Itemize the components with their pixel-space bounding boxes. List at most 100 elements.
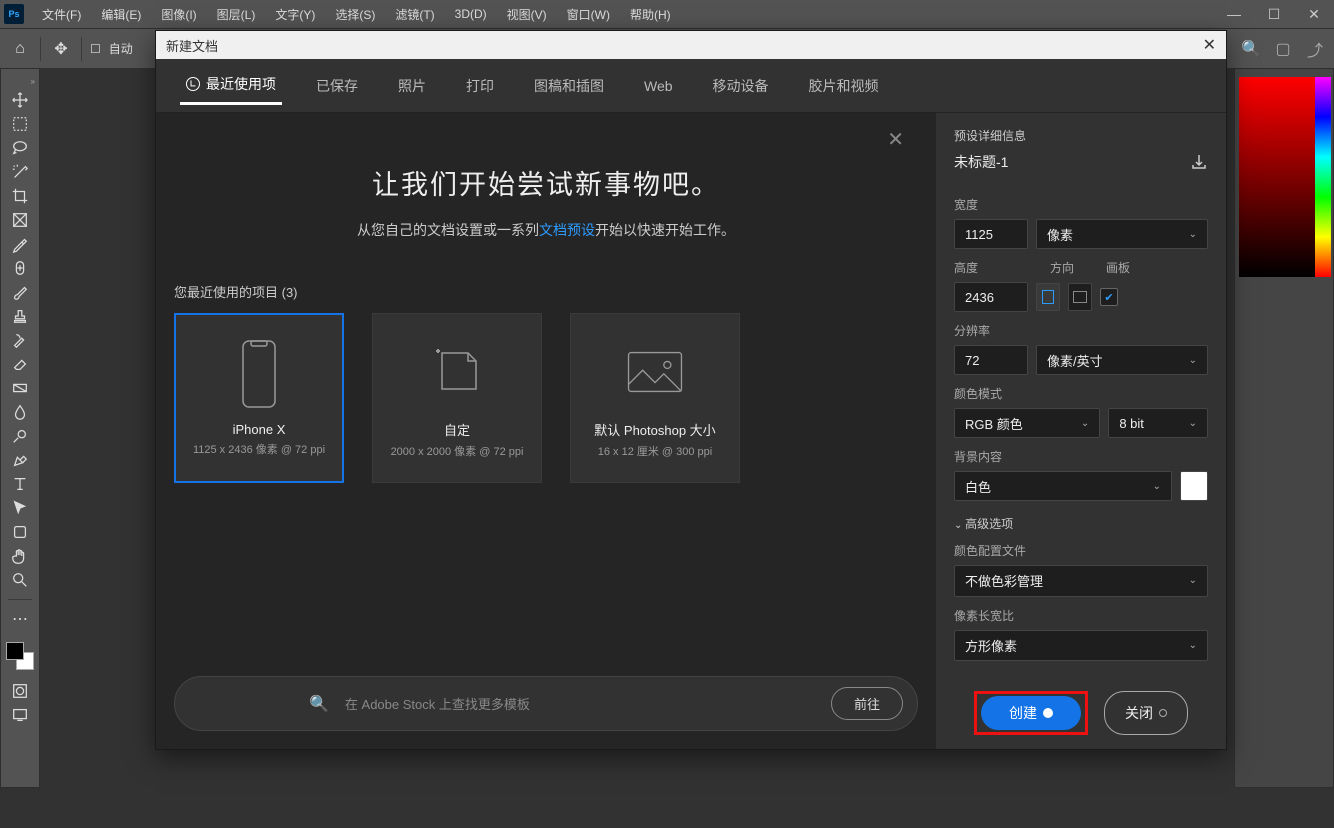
tab-art[interactable]: 图稿和插图	[528, 68, 610, 104]
menu-item[interactable]: 图层(L)	[207, 2, 266, 27]
window-controls: — ☐ ✕	[1214, 0, 1334, 28]
gradient-tool-icon[interactable]	[7, 377, 33, 399]
zoom-tool-icon[interactable]	[7, 569, 33, 591]
resolution-input[interactable]: 72	[954, 345, 1028, 375]
auto-select-label: 自动	[109, 40, 133, 57]
new-document-dialog: 新建文档 ✕ 最近使用项 已保存 照片 打印 图稿和插图 Web 移动设备 胶片…	[155, 30, 1227, 750]
pixel-aspect-select[interactable]: 方形像素⌄	[954, 630, 1208, 662]
history-brush-tool-icon[interactable]	[7, 329, 33, 351]
path-select-tool-icon[interactable]	[7, 497, 33, 519]
dodge-tool-icon[interactable]	[7, 425, 33, 447]
color-mode-select[interactable]: RGB 颜色⌄	[954, 408, 1100, 438]
doc-name-input[interactable]: 未标题-1	[954, 152, 1182, 172]
color-panel[interactable]	[1239, 77, 1329, 277]
tab-web[interactable]: Web	[638, 70, 679, 102]
clock-icon	[186, 77, 200, 91]
menu-item[interactable]: 文字(Y)	[265, 2, 325, 27]
resolution-unit-select[interactable]: 像素/英寸⌄	[1036, 345, 1208, 375]
expander-icon[interactable]: »	[31, 77, 39, 87]
background-label: 背景内容	[954, 448, 1208, 465]
unit-select[interactable]: 像素⌄	[1036, 219, 1208, 249]
menu-bar: Ps 文件(F) 编辑(E) 图像(I) 图层(L) 文字(Y) 选择(S) 滤…	[0, 0, 1334, 28]
close-button[interactable]: ✕	[1294, 0, 1334, 28]
hand-tool-icon[interactable]	[7, 545, 33, 567]
blur-tool-icon[interactable]	[7, 401, 33, 423]
preset-link[interactable]: 文档预设	[539, 222, 595, 238]
magic-wand-tool-icon[interactable]	[7, 161, 33, 183]
eyedropper-tool-icon[interactable]	[7, 233, 33, 255]
color-swatches[interactable]	[6, 642, 34, 670]
close-hero-icon[interactable]: ✕	[887, 127, 904, 152]
home-icon[interactable]: ⌂	[8, 37, 32, 61]
screen-mode-icon[interactable]	[7, 704, 33, 726]
advanced-toggle[interactable]: 高级选项	[954, 515, 1208, 532]
crop-tool-icon[interactable]	[7, 185, 33, 207]
menu-item[interactable]: 文件(F)	[32, 2, 91, 27]
color-profile-label: 颜色配置文件	[954, 542, 1208, 559]
color-mode-label: 颜色模式	[954, 385, 1208, 402]
bit-depth-select[interactable]: 8 bit⌄	[1108, 408, 1208, 438]
go-button[interactable]: 前往	[831, 687, 903, 720]
marquee-tool-icon[interactable]	[7, 113, 33, 135]
tab-print[interactable]: 打印	[460, 68, 500, 104]
tab-mobile[interactable]: 移动设备	[707, 68, 775, 104]
background-color-chip[interactable]	[1180, 471, 1208, 501]
eraser-tool-icon[interactable]	[7, 353, 33, 375]
menu-item[interactable]: 滤镜(T)	[385, 2, 444, 27]
preset-default-ps[interactable]: 默认 Photoshop 大小 16 x 12 厘米 @ 300 ppi	[570, 313, 740, 483]
move-tool-icon[interactable]	[7, 89, 33, 111]
width-input[interactable]: 1125	[954, 219, 1028, 249]
preset-grid: iPhone X 1125 x 2436 像素 @ 72 ppi 自定 2000…	[174, 313, 918, 483]
height-label: 高度	[954, 259, 1028, 276]
shape-tool-icon[interactable]	[7, 521, 33, 543]
preset-custom[interactable]: 自定 2000 x 2000 像素 @ 72 ppi	[372, 313, 542, 483]
menu-item[interactable]: 视图(V)	[497, 2, 557, 27]
background-select[interactable]: 白色⌄	[954, 471, 1172, 501]
tab-photo[interactable]: 照片	[392, 68, 432, 104]
artboard-label: 画板	[1106, 259, 1130, 276]
move-tool-icon[interactable]: ✥	[49, 37, 73, 61]
menu-item[interactable]: 帮助(H)	[620, 2, 681, 27]
recent-label: 您最近使用的项目 (3)	[174, 282, 918, 301]
stamp-tool-icon[interactable]	[7, 305, 33, 327]
frame-tool-icon[interactable]	[7, 209, 33, 231]
maximize-button[interactable]: ☐	[1254, 0, 1294, 28]
color-profile-select[interactable]: 不做色彩管理⌄	[954, 565, 1208, 597]
edit-toolbar-icon[interactable]: ⋯	[7, 608, 33, 630]
tab-saved[interactable]: 已保存	[310, 68, 364, 104]
save-preset-icon[interactable]	[1190, 153, 1208, 171]
share-icon[interactable]: ⤴	[1304, 38, 1326, 60]
menu-item[interactable]: 编辑(E)	[91, 2, 151, 27]
workspace-icon[interactable]: ▢	[1272, 38, 1294, 60]
tab-film[interactable]: 胶片和视频	[803, 68, 885, 104]
menu-item[interactable]: 3D(D)	[445, 3, 497, 25]
height-input[interactable]: 2436	[954, 282, 1028, 312]
orientation-label: 方向	[1050, 259, 1074, 276]
menu-item[interactable]: 图像(I)	[151, 2, 206, 27]
landscape-button[interactable]	[1068, 283, 1092, 311]
preset-area: ✕ 让我们开始尝试新事物吧。 从您自己的文档设置或一系列文档预设开始以快速开始工…	[156, 113, 936, 749]
brush-tool-icon[interactable]	[7, 281, 33, 303]
lasso-tool-icon[interactable]	[7, 137, 33, 159]
minimize-button[interactable]: —	[1214, 0, 1254, 28]
search-icon: 🔍	[309, 694, 329, 714]
width-label: 宽度	[954, 196, 1208, 213]
artboard-checkbox[interactable]: ✔	[1100, 288, 1118, 306]
portrait-button[interactable]	[1036, 283, 1060, 311]
pen-tool-icon[interactable]	[7, 449, 33, 471]
close-button[interactable]: 关闭	[1104, 691, 1188, 735]
type-tool-icon[interactable]	[7, 473, 33, 495]
tab-recent[interactable]: 最近使用项	[180, 66, 282, 105]
healing-tool-icon[interactable]	[7, 257, 33, 279]
quick-mask-icon[interactable]	[7, 680, 33, 702]
stock-search[interactable]: 🔍 在 Adobe Stock 上查找更多模板 前往	[174, 676, 918, 731]
menu-item[interactable]: 窗口(W)	[557, 2, 620, 27]
ps-logo: Ps	[4, 4, 24, 24]
menu-item[interactable]: 选择(S)	[325, 2, 385, 27]
right-panels	[1234, 68, 1334, 788]
details-header: 预设详细信息	[954, 127, 1208, 144]
preset-iphone-x[interactable]: iPhone X 1125 x 2436 像素 @ 72 ppi	[174, 313, 344, 483]
search-icon[interactable]: 🔍	[1240, 38, 1262, 60]
create-button[interactable]: 创建	[981, 696, 1081, 730]
close-icon[interactable]: ✕	[1203, 35, 1216, 55]
